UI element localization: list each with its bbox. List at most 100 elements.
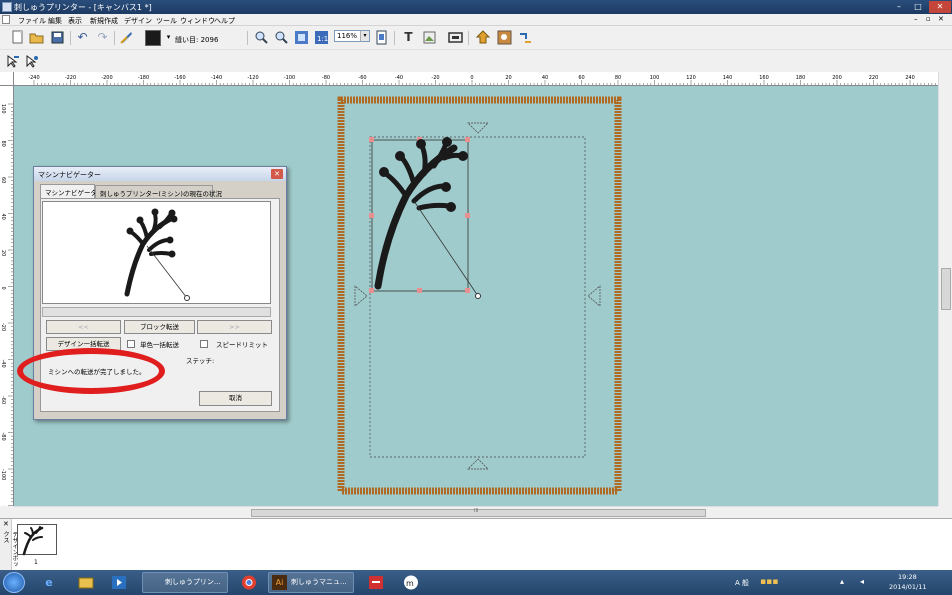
- actual-size-icon[interactable]: 1:1: [314, 30, 329, 45]
- fit-to-window-icon[interactable]: [294, 30, 309, 45]
- other-app-icon[interactable]: m: [402, 574, 420, 591]
- menu-view[interactable]: 表示: [68, 16, 82, 26]
- previous-block-button[interactable]: <<: [46, 320, 121, 334]
- dialog-close-button[interactable]: ✕: [271, 169, 283, 179]
- clock-time[interactable]: 19:28: [898, 573, 917, 581]
- design-box-panel: ✕ デザインボックス 1: [0, 518, 952, 571]
- media-player-icon[interactable]: [110, 574, 128, 591]
- window-title: 刺しゅうプリンター - [キャンバス1 *]: [14, 3, 152, 12]
- vertical-scroll-thumb[interactable]: [941, 268, 951, 310]
- vertical-ruler: 100 80 60 40 20 0 -20 -40 -60 -80 -100 -120: [0, 86, 14, 506]
- undo-icon[interactable]: ↶: [75, 30, 90, 45]
- text-tool-icon[interactable]: T: [401, 30, 416, 45]
- block-transfer-button[interactable]: ブロック転送: [124, 320, 195, 334]
- tab-machine-navigator[interactable]: マシンナビゲーター: [40, 184, 104, 198]
- svg-text:m: m: [406, 579, 414, 588]
- single-color-checkbox[interactable]: [127, 340, 135, 348]
- ruler-label: 40: [0, 214, 6, 220]
- menu-edit[interactable]: 編集: [48, 16, 62, 26]
- open-folder-icon[interactable]: [29, 30, 44, 45]
- illustrator-icon: Ai: [272, 575, 287, 590]
- point-select-icon[interactable]: [25, 54, 40, 69]
- left-marker: [354, 285, 368, 307]
- save-icon[interactable]: [50, 30, 65, 45]
- menu-bar: ファイル 編集 表示 新規作成 デザイン ツール ウィンドウ ヘルプ – ▫ ✕: [0, 14, 952, 26]
- design-box-side: ✕ デザインボックス: [0, 519, 18, 571]
- title-bar: 刺しゅうプリンター - [キャンバス1 *] – □ ✕: [0, 0, 952, 14]
- send-to-machine-icon[interactable]: [475, 30, 491, 45]
- ruler-label: 60: [0, 177, 6, 183]
- close-button[interactable]: ✕: [929, 1, 951, 13]
- select-arrow-icon[interactable]: [6, 54, 21, 69]
- tab-machine-status[interactable]: 刺しゅうプリンター(ミシン)の現在の状況: [95, 185, 222, 198]
- chrome-icon[interactable]: [240, 574, 258, 591]
- ruler-label: -60: [0, 396, 6, 404]
- cancel-button[interactable]: 取消: [199, 391, 272, 406]
- horizontal-scroll-thumb[interactable]: III: [251, 508, 706, 517]
- panel-close-icon[interactable]: ✕: [3, 520, 9, 528]
- annotation-ellipse: [17, 348, 165, 394]
- menu-new[interactable]: 新規作成: [90, 16, 118, 26]
- redo-icon[interactable]: ↷: [95, 30, 110, 45]
- menu-design[interactable]: デザイン: [124, 16, 152, 26]
- ruler-label: 0: [0, 287, 6, 290]
- ruler-label: 20: [0, 250, 6, 256]
- speed-limit-label: スピードリミット: [216, 341, 268, 349]
- document-icon[interactable]: [2, 15, 10, 24]
- maximize-button[interactable]: □: [909, 1, 927, 13]
- start-button[interactable]: [3, 572, 25, 593]
- ruler-label: -20: [0, 323, 6, 331]
- network-icon[interactable]: ▴: [840, 577, 844, 586]
- bottom-marker: [467, 458, 489, 470]
- minimize-button[interactable]: –: [890, 1, 908, 13]
- thread-color-icon[interactable]: [119, 30, 134, 45]
- volume-icon[interactable]: ◂: [860, 577, 864, 586]
- photo-stitch-icon[interactable]: [497, 30, 512, 45]
- mdi-close-button[interactable]: ✕: [938, 15, 944, 23]
- color-dropdown-icon[interactable]: ▾: [161, 30, 176, 45]
- toolbar-separator: [468, 31, 469, 45]
- embroidery-app-icon[interactable]: [367, 574, 385, 591]
- current-color-swatch[interactable]: [145, 30, 161, 46]
- next-block-button[interactable]: >>: [197, 320, 272, 334]
- dialog-title-bar[interactable]: マシンナビゲーター ✕: [34, 167, 286, 181]
- hoop-icon[interactable]: [374, 30, 389, 45]
- toolbar-separator: [70, 31, 71, 45]
- ruler-label: -40: [0, 360, 6, 368]
- main-toolbar: ↶ ↷ ▾ 縫い目: 2096 1:1 116% ▾ T: [0, 26, 952, 50]
- frame-tool-icon[interactable]: [448, 30, 463, 45]
- design-thumbnail[interactable]: [17, 524, 57, 556]
- stitch-count: 縫い目: 2096: [175, 36, 219, 44]
- task-illustrator[interactable]: Ai 刺しゅうマニュ...: [268, 572, 354, 593]
- scroll-grip: III: [474, 508, 479, 514]
- toolbar-separator: [394, 31, 395, 45]
- zoom-dropdown-icon[interactable]: ▾: [360, 31, 369, 41]
- menu-tools[interactable]: ツール: [156, 16, 177, 26]
- new-file-icon[interactable]: [10, 30, 25, 45]
- tray-icons[interactable]: ▪▪▪: [760, 577, 778, 587]
- horizontal-ruler: -240 -220 -200 -180 -160 -140 -120 -100 -80 -60 -4…: [14, 72, 938, 86]
- speed-limit-checkbox[interactable]: [200, 340, 208, 348]
- clock-date[interactable]: 2014/01/11: [889, 583, 926, 591]
- vertical-scrollbar[interactable]: [938, 72, 952, 506]
- ruler-label: 80: [0, 141, 6, 147]
- ie-icon[interactable]: e: [40, 574, 58, 591]
- mdi-minimize-button[interactable]: –: [914, 15, 918, 23]
- zoom-out-icon[interactable]: [274, 30, 289, 45]
- app-icon: [2, 2, 12, 12]
- explorer-icon[interactable]: [77, 574, 95, 591]
- image-tool-icon[interactable]: [422, 30, 437, 45]
- zoom-in-icon[interactable]: [254, 30, 269, 45]
- menu-file[interactable]: ファイル: [18, 16, 46, 26]
- task-embroidery-printer[interactable]: 刺しゅうプリン...: [142, 572, 228, 593]
- needle-position-marker: [475, 293, 481, 299]
- toolbar-separator: [114, 31, 115, 45]
- mdi-restore-button[interactable]: ▫: [926, 15, 931, 23]
- transfer-progress-bar: [42, 307, 271, 317]
- menu-help[interactable]: ヘルプ: [214, 16, 235, 26]
- machine-link-icon[interactable]: [518, 30, 533, 45]
- menu-window[interactable]: ウィンドウ: [180, 16, 215, 26]
- horizontal-scrollbar[interactable]: III: [14, 506, 938, 518]
- right-marker: [587, 285, 601, 307]
- ime-indicator[interactable]: A 般: [735, 578, 749, 588]
